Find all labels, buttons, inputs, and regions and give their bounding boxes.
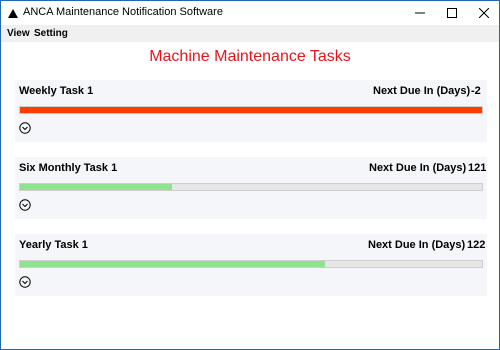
progress-bar-fill (20, 107, 482, 113)
task-card: Yearly Task 1 Next Due In (Days) 122 (15, 234, 487, 296)
maximize-button[interactable] (437, 1, 467, 25)
due-label: Next Due In (Days) (369, 162, 467, 174)
task-card: Six Monthly Task 1 Next Due In (Days) 12… (15, 157, 487, 219)
chevron-down-circle-icon[interactable] (19, 122, 31, 134)
progress-bar (19, 260, 483, 268)
task-name: Yearly Task 1 (19, 239, 88, 251)
maximize-icon (447, 8, 457, 18)
chevron-down-circle-icon[interactable] (19, 276, 31, 288)
close-icon (479, 8, 489, 18)
task-card: Weekly Task 1 Next Due In (Days) -2 (15, 80, 487, 142)
minimize-icon (415, 12, 425, 14)
page-title: Machine Maintenance Tasks (149, 48, 351, 65)
due-value: -2 (471, 85, 481, 97)
due-value: 121 (468, 162, 487, 174)
progress-bar (19, 183, 483, 191)
menu-view[interactable]: View (7, 28, 30, 39)
window-title: ANCA Maintenance Notification Software (23, 6, 223, 18)
progress-bar-fill (20, 184, 173, 190)
close-button[interactable] (469, 1, 499, 25)
due-label: Next Due In (Days) (368, 239, 466, 251)
task-name: Weekly Task 1 (19, 85, 94, 97)
title-bar[interactable]: ANCA Maintenance Notification Software (1, 1, 499, 25)
menu-setting[interactable]: Setting (34, 28, 68, 39)
progress-bar-fill (20, 261, 325, 267)
chevron-down-circle-icon[interactable] (19, 199, 31, 211)
minimize-button[interactable] (405, 1, 435, 25)
menu-bar: View Setting (1, 25, 499, 42)
due-label: Next Due In (Days) (373, 85, 471, 97)
due-value: 122 (467, 239, 486, 251)
app-window: ANCA Maintenance Notification Software V… (0, 0, 500, 350)
app-logo-icon (8, 9, 18, 18)
progress-bar (19, 106, 483, 114)
task-name: Six Monthly Task 1 (19, 162, 118, 174)
